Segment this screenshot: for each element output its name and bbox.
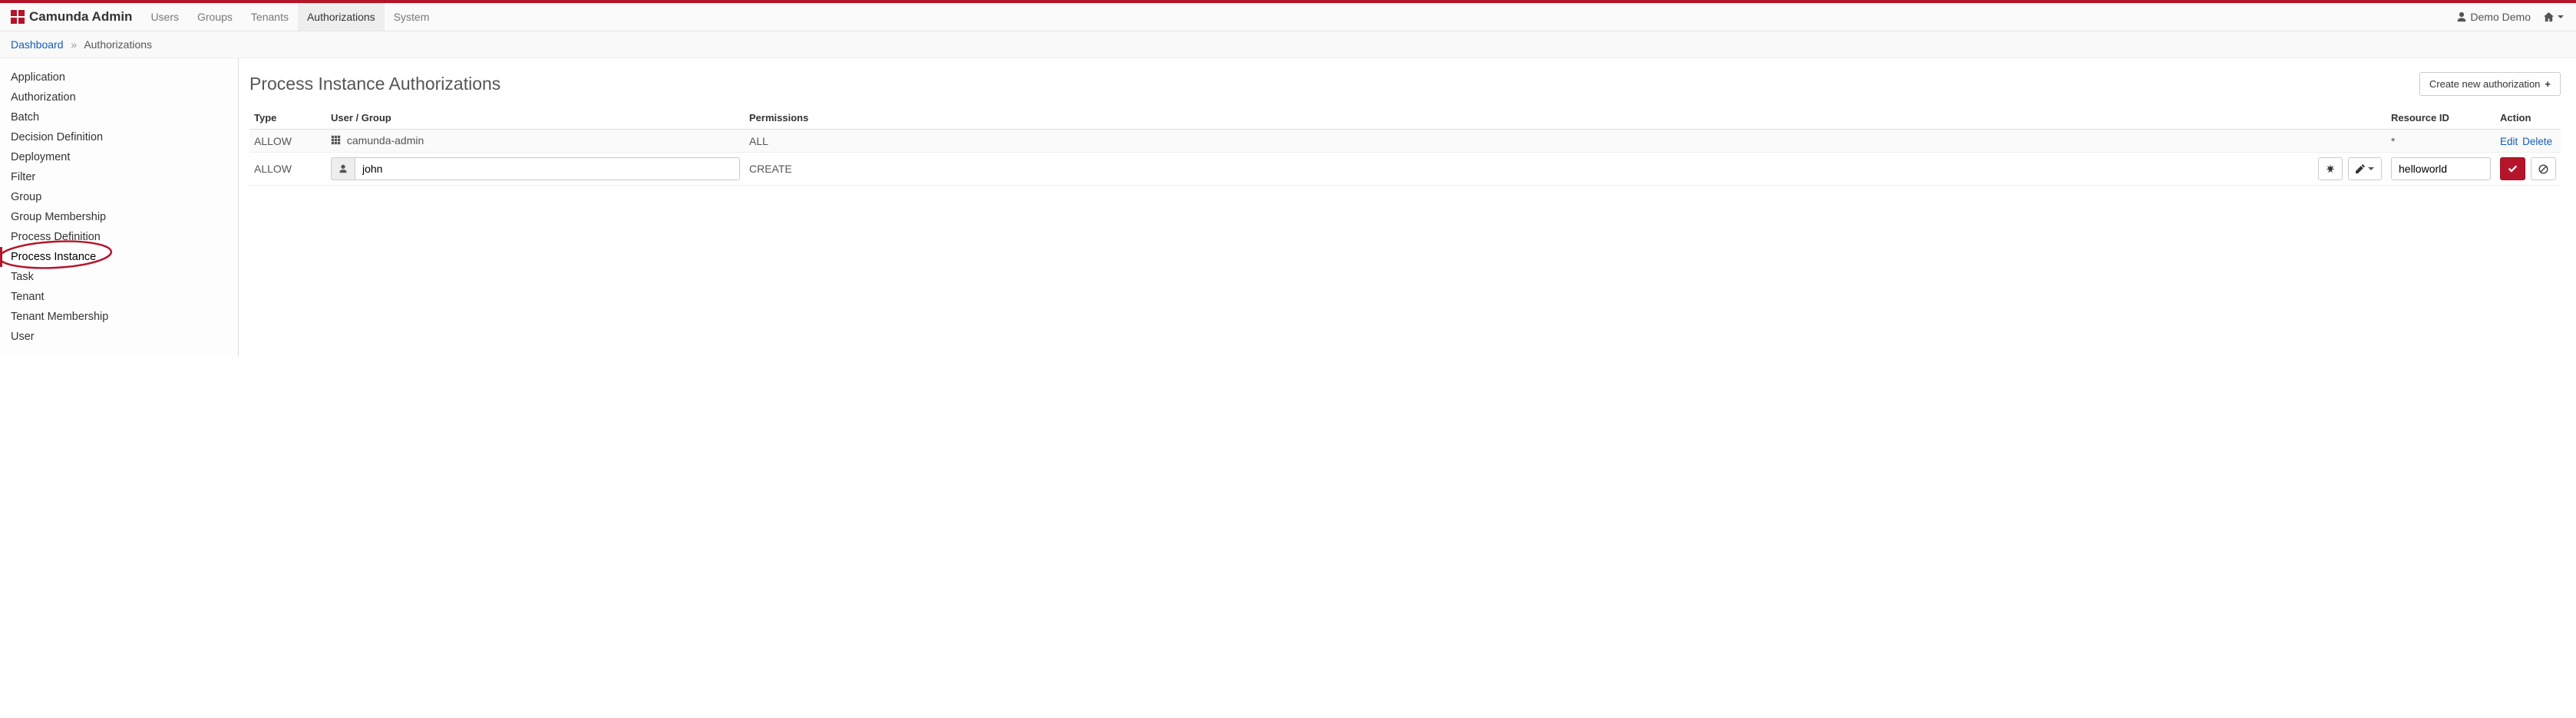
main-content: Process Instance Authorizations Create n… xyxy=(239,58,2576,356)
camunda-logo-icon xyxy=(11,10,25,24)
confirm-button[interactable] xyxy=(2500,157,2525,180)
sidebar-item-user[interactable]: User xyxy=(0,327,238,347)
nav-item-authorizations[interactable]: Authorizations xyxy=(298,3,385,31)
sidebar-item: Process Definition xyxy=(0,227,238,247)
sidebar-item: Deployment xyxy=(0,147,238,167)
breadcrumb-root[interactable]: Dashboard xyxy=(11,38,64,51)
permission-edit-button[interactable] xyxy=(2348,157,2382,180)
permissions-text: CREATE xyxy=(749,163,792,175)
sidebar-item: Decision Definition xyxy=(0,127,238,147)
sidebar-item: Group xyxy=(0,187,238,207)
table-row: ALLOW camunda-admin ALL * Edit Delete xyxy=(249,130,2561,153)
permission-add-button[interactable] xyxy=(2318,157,2343,180)
nav-item-tenants[interactable]: Tenants xyxy=(242,3,298,31)
cell-resource-id: * xyxy=(2386,130,2495,153)
check-icon xyxy=(2508,164,2518,174)
sidebar-item-group[interactable]: Group xyxy=(0,187,238,207)
resource-id-input[interactable] xyxy=(2391,157,2491,180)
caret-down-icon xyxy=(2558,15,2564,18)
sidebar-item: Tenant Membership xyxy=(0,307,238,327)
sidebar-item-decision-definition[interactable]: Decision Definition xyxy=(0,127,238,147)
sidebar-item-authorization[interactable]: Authorization xyxy=(0,87,238,107)
asterisk-icon xyxy=(2326,164,2335,173)
header-type: Type xyxy=(249,107,326,130)
caret-down-icon xyxy=(2368,167,2374,170)
cancel-button[interactable] xyxy=(2531,157,2556,180)
nav-menu: UsersGroupsTenantsAuthorizationsSystem xyxy=(141,3,438,31)
sidebar-item-tenant[interactable]: Tenant xyxy=(0,287,238,307)
pencil-icon xyxy=(2356,164,2365,173)
authorizations-table: Type User / Group Permissions Resource I… xyxy=(249,107,2561,186)
create-button-label: Create new authorization xyxy=(2429,78,2541,90)
nav-item-users[interactable]: Users xyxy=(141,3,188,31)
nav-item-system[interactable]: System xyxy=(385,3,439,31)
cell-permissions: ALL xyxy=(745,130,2386,153)
cell-user-group-text: camunda-admin xyxy=(347,134,424,147)
header-resource-id: Resource ID xyxy=(2386,107,2495,130)
user-name: Demo Demo xyxy=(2470,11,2531,23)
header-user-group: User / Group xyxy=(326,107,745,130)
sidebar-item: Application xyxy=(0,68,238,87)
cell-user-group: camunda-admin xyxy=(326,130,745,153)
sidebar-item: Batch xyxy=(0,107,238,127)
sidebar-item: Authorization xyxy=(0,87,238,107)
sidebar-item: Tenant xyxy=(0,287,238,307)
delete-link[interactable]: Delete xyxy=(2522,136,2552,147)
brand-text: Camunda Admin xyxy=(29,9,132,25)
cancel-icon xyxy=(2538,164,2548,174)
sidebar-item-filter[interactable]: Filter xyxy=(0,167,238,187)
home-icon xyxy=(2543,12,2555,23)
sidebar-item-process-instance[interactable]: Process Instance xyxy=(2,247,238,267)
sidebar-item-tenant-membership[interactable]: Tenant Membership xyxy=(0,307,238,327)
sidebar-item-deployment[interactable]: Deployment xyxy=(0,147,238,167)
user-type-toggle[interactable] xyxy=(331,157,355,180)
sidebar-item-batch[interactable]: Batch xyxy=(0,107,238,127)
navbar: Camunda Admin UsersGroupsTenantsAuthoriz… xyxy=(0,3,2576,31)
user-icon xyxy=(339,164,348,173)
brand[interactable]: Camunda Admin xyxy=(8,9,141,25)
header-action: Action xyxy=(2495,107,2561,130)
sidebar: ApplicationAuthorizationBatchDecision De… xyxy=(0,58,239,356)
group-icon xyxy=(331,135,341,147)
sidebar-item-group-membership[interactable]: Group Membership xyxy=(0,207,238,227)
user-input[interactable] xyxy=(355,157,740,180)
sidebar-item: Filter xyxy=(0,167,238,187)
page-title: Process Instance Authorizations xyxy=(249,74,500,94)
edit-cell-user xyxy=(326,153,745,186)
edit-cell-permissions: CREATE xyxy=(745,153,2386,186)
sidebar-item: Group Membership xyxy=(0,207,238,227)
user-menu[interactable]: Demo Demo xyxy=(2449,5,2538,29)
sidebar-item: Process Instance xyxy=(0,247,238,267)
user-icon xyxy=(2456,12,2467,22)
sidebar-item-task[interactable]: Task xyxy=(0,267,238,287)
cell-actions: Edit Delete xyxy=(2495,130,2561,153)
sidebar-item-process-definition[interactable]: Process Definition xyxy=(0,227,238,247)
header-permissions: Permissions xyxy=(745,107,2386,130)
nav-item-groups[interactable]: Groups xyxy=(188,3,242,31)
breadcrumb-current: Authorizations xyxy=(84,38,152,51)
edit-cell-actions xyxy=(2495,153,2561,186)
edit-cell-type: ALLOW xyxy=(249,153,326,186)
edit-link[interactable]: Edit xyxy=(2500,136,2518,147)
plus-icon: + xyxy=(2545,78,2551,90)
create-authorization-button[interactable]: Create new authorization + xyxy=(2419,72,2561,96)
sidebar-item: User xyxy=(0,327,238,347)
sidebar-item-application[interactable]: Application xyxy=(0,68,238,87)
sidebar-item: Task xyxy=(0,267,238,287)
breadcrumb: Dashboard » Authorizations xyxy=(0,31,2576,58)
table-edit-row: ALLOW CREATE xyxy=(249,153,2561,186)
home-menu[interactable] xyxy=(2538,5,2568,29)
edit-cell-resource xyxy=(2386,153,2495,186)
cell-type: ALLOW xyxy=(249,130,326,153)
breadcrumb-separator: » xyxy=(71,38,77,51)
